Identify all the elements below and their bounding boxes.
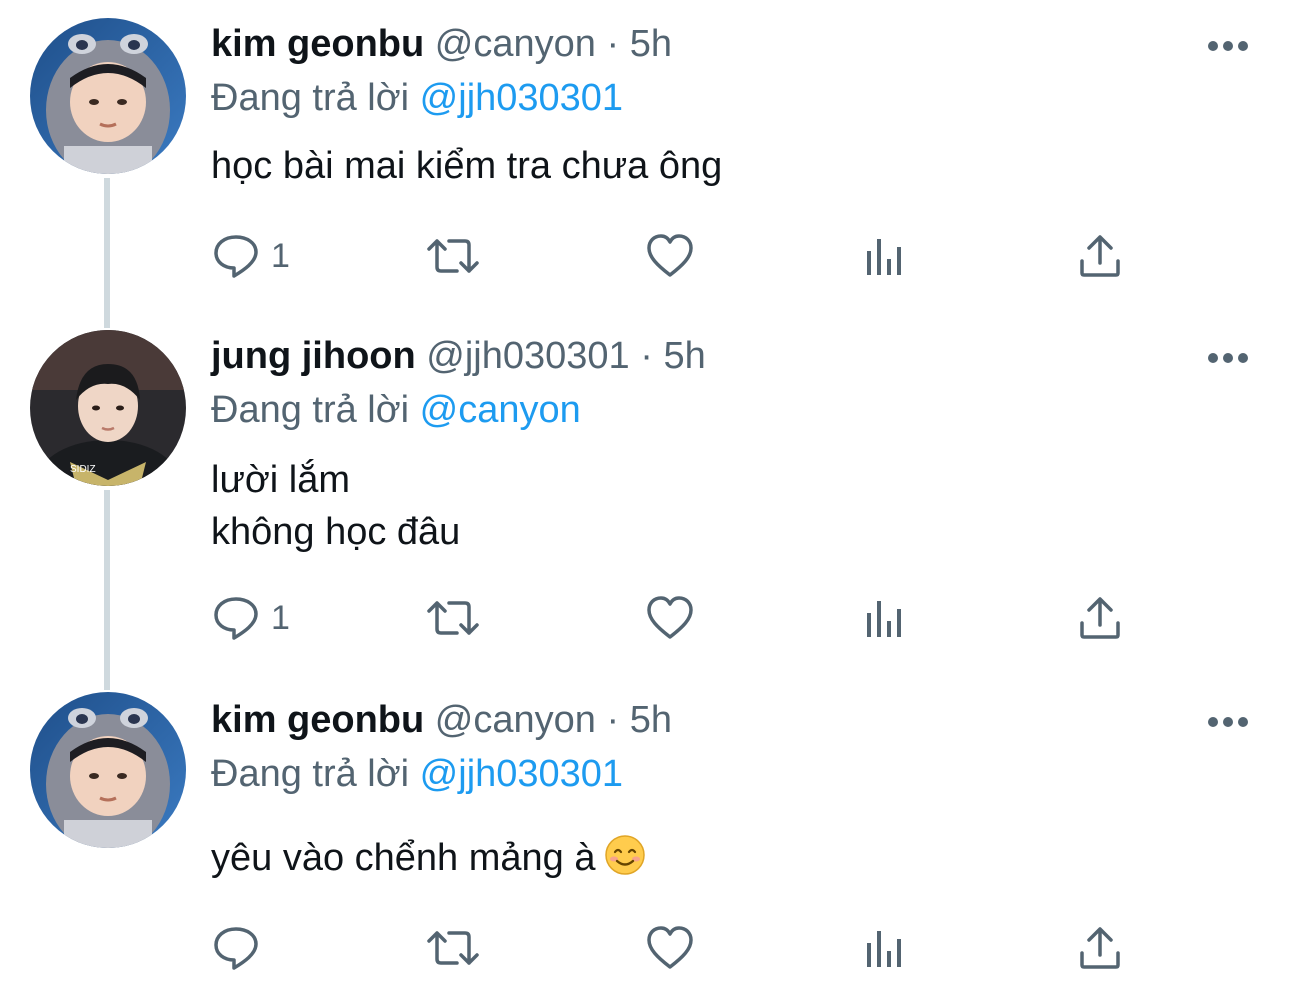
reply-prefix: Đang trả lời [211, 77, 410, 119]
like-button[interactable] [645, 592, 695, 644]
tweet-header: kim geonbu @canyon · 5h [211, 694, 672, 746]
tweet-actions: 1 [211, 230, 1141, 282]
tweet-text-line: lười lắm [211, 459, 351, 501]
avatar[interactable] [30, 18, 186, 174]
share-button[interactable] [1077, 230, 1123, 282]
separator-dot: · [640, 335, 653, 377]
avatar[interactable]: SIDIZ [30, 330, 186, 486]
display-name[interactable]: kim geonbu [211, 699, 424, 741]
share-button[interactable] [1077, 592, 1123, 644]
reply-mention-link[interactable]: @jjh030301 [420, 77, 623, 119]
retweet-icon [425, 923, 481, 973]
separator-dot: · [606, 23, 620, 65]
user-handle[interactable]: @jjh030301 [426, 335, 629, 377]
more-options-icon[interactable] [1206, 350, 1250, 366]
tweet[interactable]: SIDIZ jung jihoon @jjh030301 · 5h Đang t… [0, 312, 1290, 682]
reply-count: 1 [271, 236, 290, 275]
tweet-header: jung jihoon @jjh030301 · 5h [211, 330, 706, 382]
reply-icon [211, 923, 261, 973]
tweet[interactable]: kim geonbu @canyon · 5h Đang trả lời @jj… [0, 676, 1290, 997]
user-handle[interactable]: @canyon [435, 23, 596, 65]
analytics-button[interactable] [863, 230, 907, 282]
reply-prefix: Đang trả lời [211, 753, 410, 795]
reply-button[interactable] [211, 922, 271, 974]
timestamp[interactable]: 5h [663, 335, 705, 377]
reply-icon [211, 231, 261, 281]
tweet-text: học bài mai kiểm tra chưa ông [211, 140, 722, 192]
timestamp[interactable]: 5h [630, 23, 672, 65]
separator-dot: · [606, 699, 620, 741]
share-icon [1077, 231, 1123, 281]
reply-button[interactable]: 1 [211, 592, 290, 644]
retweet-icon [425, 593, 481, 643]
reply-button[interactable]: 1 [211, 230, 290, 282]
retweet-button[interactable] [425, 592, 481, 644]
analytics-button[interactable] [863, 922, 907, 974]
timestamp[interactable]: 5h [630, 699, 672, 741]
tweet-text-line: yêu vào chểnh mảng à [211, 837, 596, 879]
like-button[interactable] [645, 922, 695, 974]
analytics-icon [863, 231, 907, 281]
replying-to: Đang trả lời @jjh030301 [211, 72, 623, 124]
tweet-actions [211, 922, 1141, 974]
retweet-icon [425, 231, 481, 281]
reply-mention-link[interactable]: @jjh030301 [420, 753, 623, 795]
share-button[interactable] [1077, 922, 1123, 974]
display-name[interactable]: kim geonbu [211, 23, 424, 65]
like-button[interactable] [645, 230, 695, 282]
tweet-text-line: không học đâu [211, 511, 461, 553]
tweet-header: kim geonbu @canyon · 5h [211, 18, 672, 70]
reply-mention-link[interactable]: @canyon [420, 389, 581, 431]
retweet-button[interactable] [425, 922, 481, 974]
share-icon [1077, 923, 1123, 973]
tweet-actions: 1 [211, 592, 1141, 644]
heart-icon [645, 923, 695, 973]
more-options-icon[interactable] [1206, 38, 1250, 54]
avatar-jersey-text: SIDIZ [70, 464, 96, 475]
display-name[interactable]: jung jihoon [211, 335, 416, 377]
heart-icon [645, 231, 695, 281]
tweet-text: yêu vào chểnh mảng à [211, 832, 646, 890]
replying-to: Đang trả lời @canyon [211, 384, 581, 436]
analytics-icon [863, 593, 907, 643]
reply-prefix: Đang trả lời [211, 389, 410, 431]
tweet[interactable]: kim geonbu @canyon · 5h Đang trả lời @jj… [0, 0, 1290, 310]
user-handle[interactable]: @canyon [435, 699, 596, 741]
replying-to: Đang trả lời @jjh030301 [211, 748, 623, 800]
share-icon [1077, 593, 1123, 643]
retweet-button[interactable] [425, 230, 481, 282]
heart-icon [645, 593, 695, 643]
analytics-button[interactable] [863, 592, 907, 644]
tweet-text: lười lắm không học đâu [211, 454, 460, 558]
reply-icon [211, 593, 261, 643]
analytics-icon [863, 923, 907, 973]
tweet-text-line: học bài mai kiểm tra chưa ông [211, 145, 723, 187]
smiling-face-emoji [604, 834, 646, 890]
more-options-icon[interactable] [1206, 714, 1250, 730]
reply-count: 1 [271, 598, 290, 637]
avatar[interactable] [30, 692, 186, 848]
